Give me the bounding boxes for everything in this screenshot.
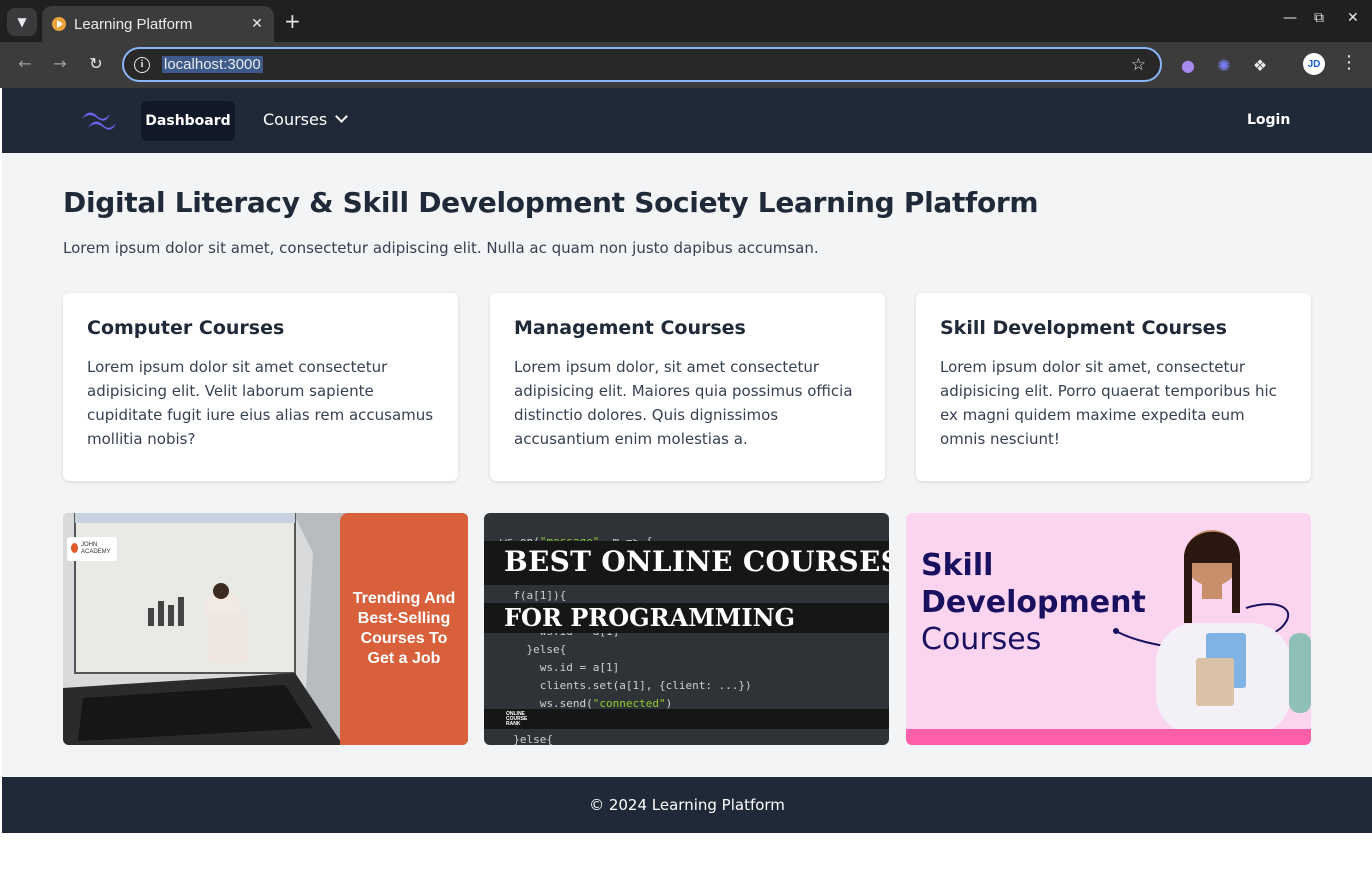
site-info-icon[interactable]: i (134, 56, 150, 73)
page-subtitle: Lorem ipsum dolor sit amet, consectetur … (63, 239, 819, 257)
top-navbar: Dashboard Courses Login (2, 88, 1372, 153)
card-title: Skill Development Courses (940, 317, 1227, 339)
banner-programming-courses: ws.on("message", m => { let a = m.split(… (484, 513, 889, 745)
page-footer: © 2024 Learning Platform (2, 777, 1372, 833)
banner-skill-development: Skill Development Courses (906, 513, 1311, 745)
card-description: Lorem ipsum dolor sit amet, consectetur … (940, 358, 1277, 448)
tailwind-logo-icon[interactable] (80, 108, 118, 134)
brand-line2: ACADEMY (81, 549, 111, 555)
tab-search-button[interactable]: ▼ (7, 8, 37, 36)
courses-dropdown[interactable]: Courses (263, 110, 349, 129)
browser-toolbar: ← → ↻ i localhost:3000 ☆ ● ✺ ❖ (0, 42, 1372, 88)
minimize-icon[interactable]: — (1283, 10, 1297, 26)
back-icon[interactable]: ← (14, 54, 36, 73)
course-card-management: Management Courses Lorem ipsum dolor, si… (490, 293, 885, 481)
extensions-puzzle-icon[interactable]: ❖ (1249, 54, 1271, 76)
forward-icon[interactable]: → (49, 54, 71, 73)
footer-band (484, 709, 889, 729)
address-bar[interactable]: i localhost:3000 ☆ (122, 47, 1162, 82)
bookmark-star-icon[interactable]: ☆ (1131, 55, 1146, 75)
brand-line1: JOHN (81, 542, 98, 548)
trending-text: Trending And Best-Selling Courses To Get… (352, 590, 456, 667)
card-title: Management Courses (514, 317, 746, 339)
page-viewport: Dashboard Courses Login Digital Literacy… (2, 88, 1372, 875)
card-description: Lorem ipsum dolor sit amet consectetur a… (87, 358, 434, 448)
chevron-down-icon (335, 110, 349, 123)
programming-headline-2: FOR PROGRAMMING (504, 603, 795, 632)
new-tab-button[interactable]: + (284, 10, 301, 32)
student-illustration (1113, 530, 1311, 735)
trending-panel: Trending And Best-Selling Courses To Get… (340, 513, 468, 745)
footer-text: © 2024 Learning Platform (589, 796, 785, 814)
restore-icon[interactable]: ⧉ (1314, 10, 1324, 26)
window-close-icon[interactable]: ✕ (1347, 10, 1359, 26)
online-course-rank-logo: ONLINE COURSE RANK (506, 711, 528, 727)
course-card-skill: Skill Development Courses Lorem ipsum do… (916, 293, 1311, 481)
card-title: Computer Courses (87, 317, 285, 339)
close-icon[interactable]: ✕ (246, 16, 268, 32)
dashboard-button[interactable]: Dashboard (141, 101, 235, 141)
login-link[interactable]: Login (1247, 112, 1290, 128)
browser-tab-bar: ▼ Learning Platform ✕ + — ⧉ ✕ (0, 0, 1372, 42)
flame-icon (71, 543, 78, 553)
pink-stripe (906, 729, 1311, 745)
url-text[interactable]: localhost:3000 (162, 56, 263, 73)
browser-menu-icon[interactable]: ⋮ (1340, 52, 1358, 73)
programming-headline-1: BEST ONLINE COURSES (504, 545, 889, 578)
chevron-down-icon: ▼ (17, 15, 27, 29)
page-title: Digital Literacy & Skill Development Soc… (63, 186, 1039, 219)
main-content: Digital Literacy & Skill Development Soc… (2, 153, 1372, 777)
reload-icon[interactable]: ↻ (85, 54, 107, 73)
profile-avatar[interactable]: JD (1303, 53, 1325, 75)
course-card-computer: Computer Courses Lorem ipsum dolor sit a… (63, 293, 458, 481)
courses-label: Courses (263, 110, 328, 129)
favicon-icon (52, 17, 66, 31)
browser-tab[interactable]: Learning Platform ✕ (42, 6, 274, 42)
card-description: Lorem ipsum dolor, sit amet consectetur … (514, 358, 853, 448)
extension-gear-icon[interactable]: ✺ (1213, 54, 1235, 76)
extension-ghost-icon[interactable]: ● (1177, 54, 1199, 76)
john-academy-badge: JOHN ACADEMY (67, 537, 117, 561)
banner-trending-courses: JOHN ACADEMY Trending And Best-Selling C… (63, 513, 468, 745)
tab-title: Learning Platform (74, 15, 193, 33)
